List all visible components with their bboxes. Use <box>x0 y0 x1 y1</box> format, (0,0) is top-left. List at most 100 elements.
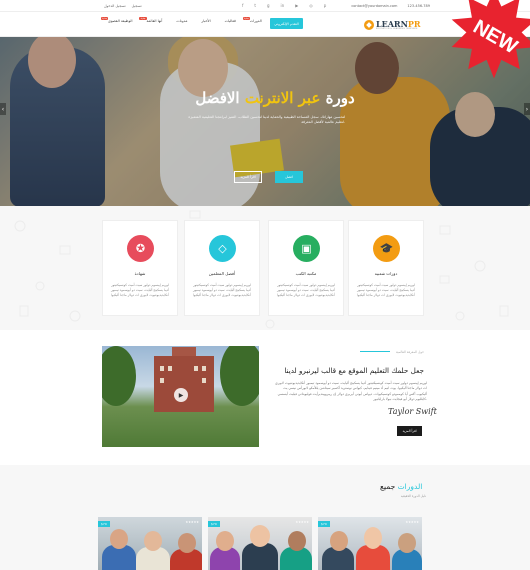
course-price: $70 <box>318 521 330 527</box>
about-paragraph: لوريم إيبسوم دولور سيت أميت كونسيكتيتور … <box>275 381 427 401</box>
site-logo[interactable]: LEARNPR EDUCATION & LEARNING TEMPLATE <box>364 18 421 31</box>
play-icon[interactable]: ▶ <box>174 388 188 402</box>
campus-building <box>154 356 214 412</box>
feature-text: لوريم إيبسوم دولور سيت أميت كونسيكتيتور … <box>110 283 170 297</box>
tree <box>220 346 259 406</box>
window <box>202 366 206 371</box>
new-badge: جديد <box>242 17 250 20</box>
nav-item-events[interactable]: فعاليات <box>225 19 236 23</box>
feature-text: لوريم إيبسوم دولور سيت أميت كونسيكتيتور … <box>276 283 336 297</box>
course-card[interactable]: $70 ★★★★★ <box>208 517 312 570</box>
logo-icon <box>364 19 374 30</box>
book-icon: ▣ <box>293 235 320 262</box>
page: تسجيل الدخول تسجيل f t g in ▶ ◎ p contac… <box>0 0 530 570</box>
nav-item-label: الدورات <box>249 19 262 23</box>
course-photo <box>216 531 234 551</box>
course-price: $70 <box>98 521 110 527</box>
feature-card[interactable]: ✪ شهادة لوريم إيبسوم دولور سيت أميت كونس… <box>102 220 178 316</box>
course-rating: ★★★★★ <box>405 520 419 524</box>
nav-item-mega[interactable]: جديد الوظيفة القصوى <box>101 17 133 23</box>
nav-item-courses[interactable]: جديد الدورات <box>242 17 262 23</box>
course-photo <box>288 531 306 551</box>
hero-subtitle: لتحسين مهاراتك. سجل المساحة الطبيعية وال… <box>188 115 345 124</box>
background-pattern <box>14 210 509 329</box>
kicker-line <box>360 351 390 352</box>
nav-item-blogs[interactable]: مدونات <box>176 19 187 23</box>
mortarboard-icon: 🎓 <box>373 235 400 262</box>
hero-read-more-button[interactable]: اقرأ المزيد <box>234 171 262 183</box>
feature-title: شهادة <box>134 271 146 276</box>
courses-heading-part: جميع <box>380 482 396 491</box>
pinterest-icon[interactable]: p <box>324 3 327 8</box>
course-photo <box>242 543 278 570</box>
social-links: f t g in ▶ ◎ p <box>242 3 326 8</box>
nav-item-label: أنها القائمة <box>146 19 163 23</box>
nav-item-news[interactable]: الأخبار <box>201 19 210 23</box>
window <box>194 366 198 371</box>
window <box>160 366 164 371</box>
hero-title-part: دورة <box>325 89 355 107</box>
register-link[interactable]: تسجيل <box>132 4 142 8</box>
nav-item-label: فعاليات <box>224 19 236 23</box>
nav-item-label: الأخبار <box>201 19 211 23</box>
medal-icon: ✪ <box>127 235 154 262</box>
course-photo <box>250 525 270 547</box>
feature-text: لوريم إيبسوم دولور سيت أميت كونسيكتيتور … <box>356 283 416 297</box>
instagram-icon[interactable]: ◎ <box>309 3 313 8</box>
feature-card[interactable]: ▣ مكتبة الكتب لوريم إيبسوم دولور سيت أمي… <box>268 220 344 316</box>
nav-menu: جديد الوظيفة القصوى جديد أنها القائمة مدون… <box>101 17 262 23</box>
course-rating: ★★★★★ <box>185 520 199 524</box>
about-read-more-button[interactable]: اقرأ المزيد <box>397 426 422 436</box>
feature-title: مكتبة الكتب <box>295 271 317 276</box>
feature-title: دورات شعبية <box>374 271 398 276</box>
apply-online-button[interactable]: التقدم الإلكتروني <box>270 18 303 29</box>
diamond-icon: ◇ <box>209 235 236 262</box>
login-link[interactable]: تسجيل الدخول <box>104 4 126 8</box>
courses-heading: الدورات جميع <box>380 482 422 491</box>
about-heading: جعل حلمك التعليم الموقع مع قالب ليرنبرو … <box>284 366 424 375</box>
slider-prev-arrow[interactable]: ‹ <box>0 103 6 115</box>
campus-video-thumbnail[interactable]: ▶ <box>102 346 259 447</box>
course-card[interactable]: $70 ★★★★★ <box>318 517 422 570</box>
course-card[interactable]: $70 ★★★★★ <box>98 517 202 570</box>
hero-title: دورة عبر الانترنت الافضل <box>150 89 400 107</box>
features-section: 🎓 دورات شعبية لوريم إيبسوم دولور سيت أمي… <box>0 206 530 330</box>
phone-text: 123-456-789 <box>407 4 430 8</box>
about-section: ▶ حول المعرفة العالمية جعل حلمك التعليم … <box>0 330 530 465</box>
signature: Taylor Swift <box>388 407 437 416</box>
about-kicker: حول المعرفة العالمية <box>395 350 424 354</box>
logo-tagline: EDUCATION & LEARNING TEMPLATE <box>376 27 418 30</box>
linkedin-icon[interactable]: in <box>281 3 285 8</box>
window <box>202 378 206 383</box>
new-badge: جديد <box>101 17 109 20</box>
hero-title-highlight: عبر الانترنت <box>239 89 326 107</box>
course-photo <box>110 529 128 549</box>
course-price: $70 <box>208 521 220 527</box>
nav-item-label: الوظيفة القصوى <box>108 19 133 23</box>
nav-item-menu[interactable]: جديد أنها القائمة <box>139 17 163 23</box>
feature-card[interactable]: ◇ أفضل المعلمين لوريم إيبسوم دولور سيت أ… <box>184 220 260 316</box>
hero-contact-button[interactable]: اتصل <box>275 171 303 183</box>
course-photo <box>144 531 162 551</box>
slider-next-arrow[interactable]: › <box>524 103 530 115</box>
google-plus-icon[interactable]: g <box>267 3 270 8</box>
contact-info: contact@yourdomain.com 123-456-789 <box>351 4 430 8</box>
nav-item-label: مدونات <box>176 19 188 23</box>
course-photo <box>364 527 382 549</box>
email-text[interactable]: contact@yourdomain.com <box>351 4 397 8</box>
tree <box>102 346 136 406</box>
hero-title-part: الافضل <box>195 89 240 107</box>
logo-name: LEARNPR <box>376 20 421 28</box>
course-photo <box>178 533 196 553</box>
feature-card[interactable]: 🎓 دورات شعبية لوريم إيبسوم دولور سيت أمي… <box>348 220 424 316</box>
window <box>160 378 164 383</box>
facebook-icon[interactable]: f <box>242 3 243 8</box>
hero-buttons: اقرأ المزيد اتصل <box>234 171 303 183</box>
course-rating: ★★★★★ <box>295 520 309 524</box>
feature-text: لوريم إيبسوم دولور سيت أميت كونسيكتيتور … <box>192 283 252 297</box>
courses-subheading: دليل الدورة الحقيقية <box>400 494 426 498</box>
twitter-icon[interactable]: t <box>254 3 256 8</box>
new-ribbon: NEW <box>451 0 530 79</box>
window <box>168 366 172 371</box>
youtube-icon[interactable]: ▶ <box>295 3 298 8</box>
